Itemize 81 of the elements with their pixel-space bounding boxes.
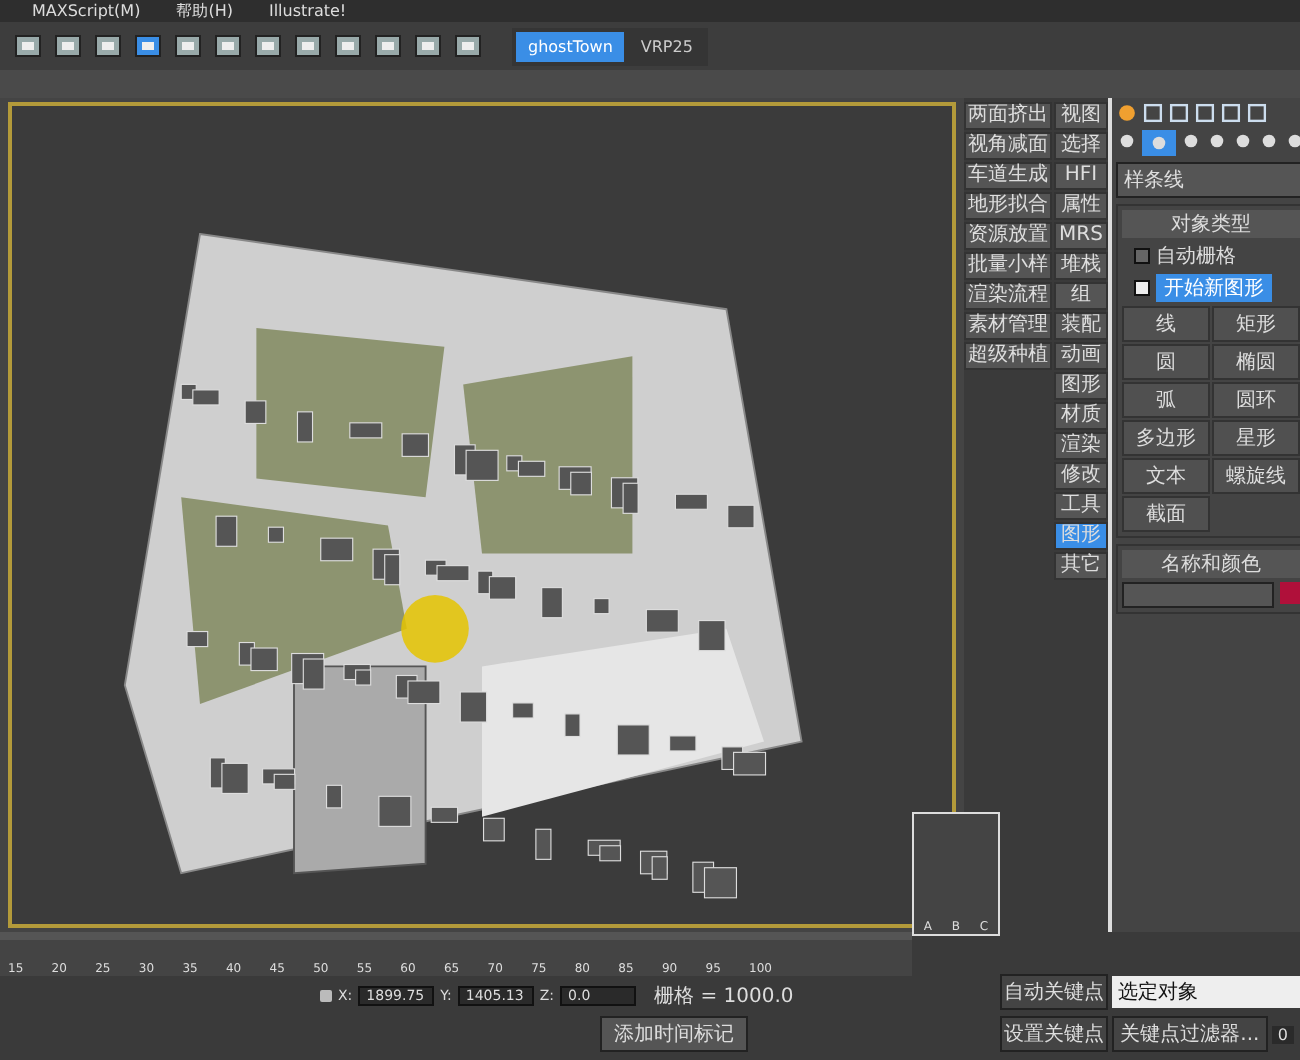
tool-icon[interactable] — [452, 30, 484, 62]
shape-button[interactable]: 螺旋线 — [1212, 458, 1300, 494]
panel-tab-icon[interactable] — [1142, 102, 1164, 124]
tool-icon[interactable] — [12, 30, 44, 62]
name-field[interactable] — [1122, 582, 1274, 608]
rollout-title[interactable]: 名称和颜色 — [1122, 550, 1300, 578]
tool-icon[interactable] — [412, 30, 444, 62]
script-button[interactable]: HFI — [1054, 162, 1108, 190]
script-button[interactable]: 两面挤出 — [964, 102, 1052, 130]
menu-item[interactable]: MAXScript(M) — [32, 2, 141, 20]
category-icon[interactable] — [1206, 130, 1228, 152]
shape-button[interactable]: 线 — [1122, 306, 1210, 342]
toolbar-tab[interactable]: VRP25 — [628, 31, 705, 61]
set-key-button[interactable]: 设置关键点 — [1000, 1016, 1108, 1052]
tool-icon[interactable] — [172, 30, 204, 62]
menu-item[interactable]: 帮助(H) — [176, 0, 233, 22]
script-button[interactable]: 图形 — [1054, 372, 1108, 400]
script-button[interactable]: 车道生成 — [964, 162, 1052, 190]
frame-field[interactable]: 0 — [1271, 1025, 1294, 1043]
script-button[interactable]: 渲染 — [1054, 432, 1108, 460]
checkbox[interactable] — [1134, 280, 1150, 296]
script-button[interactable]: 工具 — [1054, 492, 1108, 520]
script-button[interactable]: 视图 — [1054, 102, 1108, 130]
script-button[interactable]: 选择 — [1054, 132, 1108, 160]
rollout-title[interactable]: 对象类型 — [1122, 210, 1300, 238]
script-button[interactable]: 装配 — [1054, 312, 1108, 340]
script-button[interactable]: 素材管理 — [964, 312, 1052, 340]
shape-button[interactable]: 矩形 — [1212, 306, 1300, 342]
script-button[interactable]: 地形拟合 — [964, 192, 1052, 220]
script-button[interactable]: 渲染流程 — [964, 282, 1052, 310]
tool-icon[interactable] — [212, 30, 244, 62]
shape-button[interactable]: 文本 — [1122, 458, 1210, 494]
category-icon[interactable] — [1180, 130, 1202, 152]
category-dropdown[interactable]: 样条线 — [1116, 162, 1300, 198]
shape-button[interactable]: 椭圆 — [1212, 344, 1300, 380]
script-button[interactable]: 属性 — [1054, 192, 1108, 220]
tool-icon[interactable] — [52, 30, 84, 62]
shape-button[interactable]: 弧 — [1122, 382, 1210, 418]
script-button[interactable]: 视角减面 — [964, 132, 1052, 160]
category-icon[interactable] — [1116, 130, 1138, 152]
script-button[interactable]: 批量小样 — [964, 252, 1052, 280]
key-filters-button[interactable]: 关键点过滤器... — [1112, 1016, 1268, 1052]
script-button[interactable]: 修改 — [1054, 462, 1108, 490]
shape-button[interactable]: 截面 — [1122, 496, 1210, 532]
script-button[interactable]: 动画 — [1054, 342, 1108, 370]
shape-button[interactable]: 多边形 — [1122, 420, 1210, 456]
panel-tab-icon[interactable] — [1220, 102, 1242, 124]
grid-size: 栅格 = 1000.0 — [654, 983, 794, 1010]
checkbox[interactable] — [1134, 248, 1150, 264]
toolbar-tab[interactable]: ghostTown — [516, 31, 625, 61]
script-button[interactable]: 超级种植 — [964, 342, 1052, 370]
tool-icon[interactable] — [292, 30, 324, 62]
category-icon[interactable] — [1232, 130, 1254, 152]
shape-button[interactable]: 圆 — [1122, 344, 1210, 380]
script-button[interactable]: 组 — [1054, 282, 1108, 310]
shape-button[interactable]: 星形 — [1212, 420, 1300, 456]
script-button[interactable]: 堆栈 — [1054, 252, 1108, 280]
checkbox-label: 开始新图形 — [1156, 274, 1272, 302]
tool-icon[interactable] — [372, 30, 404, 62]
script-button[interactable]: 资源放置 — [964, 222, 1052, 250]
color-swatch[interactable] — [1280, 582, 1300, 604]
selection-dropdown[interactable]: 选定对象 — [1112, 976, 1300, 1008]
panel-tab-icon[interactable] — [1168, 102, 1190, 124]
checkbox-label: 自动栅格 — [1156, 243, 1236, 270]
panel-tab-icon[interactable] — [1194, 102, 1216, 124]
lock-icon[interactable] — [320, 990, 332, 1002]
menu-item[interactable]: Illustrate! — [268, 2, 347, 20]
panel-tab-icon[interactable] — [1116, 102, 1138, 124]
category-icon[interactable] — [1284, 130, 1300, 152]
add-time-tag-button[interactable]: 添加时间标记 — [600, 1016, 748, 1052]
script-button[interactable]: MRS — [1054, 222, 1108, 250]
script-button[interactable]: 其它 — [1054, 552, 1108, 580]
tool-icon[interactable] — [132, 30, 164, 62]
category-icon[interactable] — [1258, 130, 1280, 152]
tool-icon[interactable] — [252, 30, 284, 62]
tool-icon[interactable] — [332, 30, 364, 62]
shape-button[interactable]: 圆环 — [1212, 382, 1300, 418]
tool-icon[interactable] — [92, 30, 124, 62]
panel-tab-icon[interactable] — [1246, 102, 1268, 124]
script-button[interactable]: 材质 — [1054, 402, 1108, 430]
auto-key-button[interactable]: 自动关键点 — [1000, 974, 1108, 1010]
